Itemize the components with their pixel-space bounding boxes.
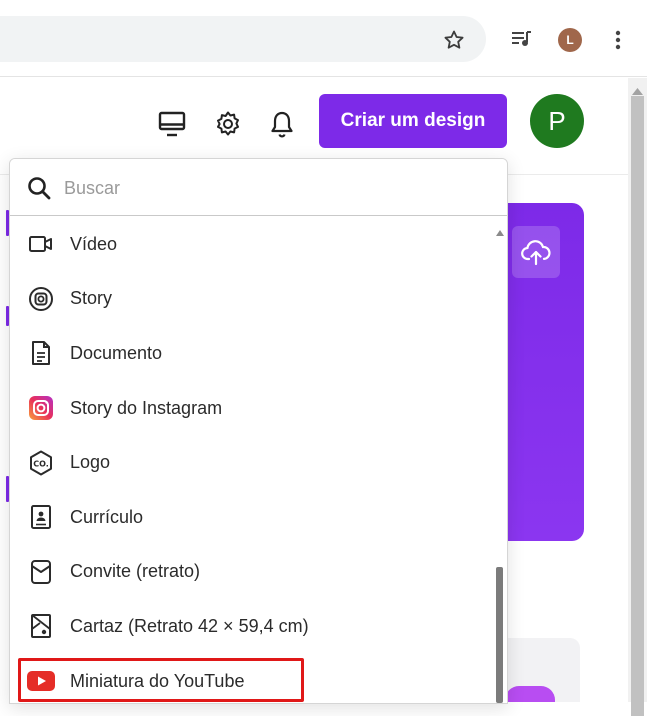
- media-queue-icon[interactable]: [511, 29, 533, 49]
- gear-icon[interactable]: [212, 108, 244, 140]
- page-scrollbar[interactable]: [628, 78, 647, 716]
- desktop-icon[interactable]: [156, 108, 188, 140]
- search-icon: [26, 175, 52, 201]
- list-item-label: Cartaz (Retrato 42 × 59,4 cm): [70, 615, 309, 636]
- page-scrollbar-thumb[interactable]: [631, 96, 644, 716]
- address-bar[interactable]: [0, 16, 486, 62]
- list-item-label: Logo: [70, 452, 111, 473]
- list-item-story[interactable]: Story: [10, 272, 490, 327]
- list-item-label: Miniatura do YouTube: [70, 670, 245, 691]
- list-item-label: Story: [70, 288, 113, 309]
- dropdown-search: [10, 159, 507, 216]
- search-input[interactable]: [62, 173, 486, 203]
- instagram-icon: [26, 393, 56, 423]
- logo-icon: CO.: [26, 448, 56, 478]
- bookmark-star-icon[interactable]: [442, 28, 466, 52]
- poster-icon: [26, 611, 56, 641]
- resume-icon: [26, 502, 56, 532]
- dropdown-scroll-up-icon[interactable]: [496, 223, 504, 236]
- browser-toolbar: L: [0, 0, 647, 77]
- design-type-list: Vídeo Story Documento Story do Instagram…: [10, 217, 490, 703]
- list-item-poster[interactable]: Cartaz (Retrato 42 × 59,4 cm): [10, 599, 490, 654]
- list-item-youtube-thumbnail[interactable]: Miniatura do YouTube: [10, 654, 490, 703]
- list-item-video[interactable]: Vídeo: [10, 217, 490, 272]
- list-item-resume[interactable]: Currículo: [10, 490, 490, 545]
- youtube-icon: [26, 666, 56, 696]
- story-icon: [26, 284, 56, 314]
- list-item-label: Vídeo: [70, 233, 118, 254]
- invitation-icon: [26, 557, 56, 587]
- list-item-label: Documento: [70, 342, 163, 363]
- document-icon: [26, 338, 56, 368]
- scroll-up-icon[interactable]: [632, 82, 643, 95]
- svg-text:CO.: CO.: [33, 459, 49, 468]
- design-type-dropdown: Vídeo Story Documento Story do Instagram…: [9, 158, 508, 704]
- list-item-label: Convite (retrato): [70, 561, 201, 582]
- video-icon: [26, 229, 56, 259]
- list-item-document[interactable]: Documento: [10, 326, 490, 381]
- bell-icon[interactable]: [266, 108, 298, 140]
- browser-menu-icon[interactable]: [610, 28, 626, 52]
- list-item-label: Currículo: [70, 506, 144, 527]
- create-design-button[interactable]: Criar um design: [319, 94, 507, 148]
- browser-profile-avatar[interactable]: L: [558, 28, 582, 52]
- list-item-label: Story do Instagram: [70, 397, 223, 418]
- list-item-invitation[interactable]: Convite (retrato): [10, 545, 490, 600]
- template-thumbnail: [505, 686, 555, 702]
- dropdown-scrollbar-thumb[interactable]: [496, 567, 503, 703]
- list-item-logo[interactable]: CO. Logo: [10, 435, 490, 490]
- upload-cloud-icon[interactable]: [512, 226, 560, 278]
- list-item-instagram-story[interactable]: Story do Instagram: [10, 381, 490, 436]
- user-avatar[interactable]: P: [530, 94, 584, 148]
